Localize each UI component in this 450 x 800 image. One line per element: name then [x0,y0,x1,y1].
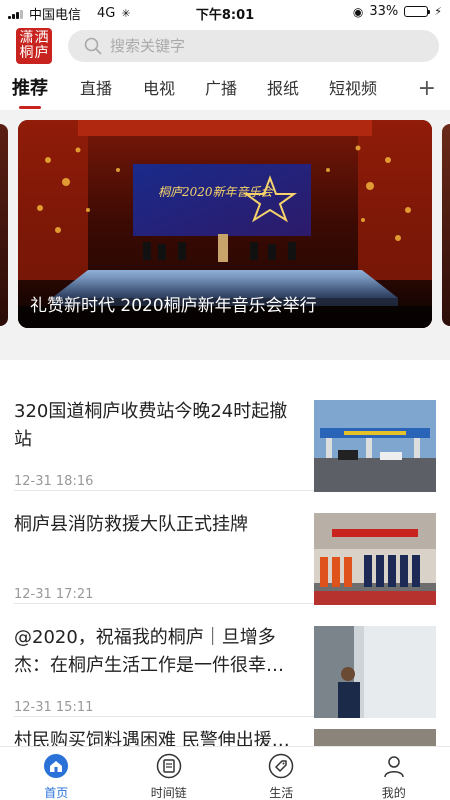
news-title: 桐庐县消防救援大队正式挂牌 [14,514,248,535]
timeline-icon [156,753,181,779]
nav-timeline[interactable]: 时间链 [113,747,226,800]
channel-tabs: 推荐 直播 电视 广播 报纸 短视频 [0,74,450,109]
status-bar: 中国电信 4G ✳ 下午8:01 ◉ 33% ⚡ [0,0,450,24]
home-icon [44,754,69,778]
app-header: 潇洒桐庐 [0,26,450,66]
news-list: 320国道桐庐收费站今晚24时起撤站 12-31 18:16 桐庐县消防救援大队… [0,378,450,777]
news-timestamp: 12-31 15:11 [14,700,94,715]
tab-recommend[interactable]: 推荐 [12,74,48,109]
nav-timeline-label: 时间链 [150,786,187,800]
logo-character: 潇 [19,30,34,46]
search-icon [84,37,102,55]
bottom-nav: 首页 时间链 生活 我的 [0,746,450,800]
search-bar[interactable] [68,30,439,62]
news-item[interactable]: 320国道桐庐收费站今晚24时起撤站 12-31 18:16 [14,378,436,492]
carousel-slide[interactable]: 桐庐2020新年音乐会 礼赞新时代 2020桐庐新年音乐会举行 [18,120,432,328]
tab-tv[interactable]: 电视 [143,74,175,106]
toll-station-image [314,400,436,492]
banner-text-line1: 桐庐2020新年音乐会 [158,185,275,199]
news-thumbnail [314,400,436,492]
carousel-prev-slide[interactable] [0,124,8,326]
battery-icon [404,6,431,17]
add-channel-button[interactable]: + [418,74,436,104]
news-title: @2020，祝福我的桐庐｜旦增多杰：在桐庐生活工作是一件很幸… [14,627,284,676]
carousel-caption: 礼赞新时代 2020桐庐新年音乐会举行 [18,278,432,328]
news-timestamp: 12-31 18:16 [14,474,94,489]
news-thumbnail [314,626,436,718]
charging-icon: ⚡ [434,5,442,18]
tab-short-video[interactable]: 短视频 [329,74,377,106]
news-timestamp: 12-31 17:21 [14,587,94,602]
app-logo[interactable]: 潇洒桐庐 [16,28,52,64]
news-title: 320国道桐庐收费站今晚24时起撤站 [14,401,288,450]
news-item[interactable]: 桐庐县消防救援大队正式挂牌 12-31 17:21 [14,491,436,605]
user-icon [384,756,404,778]
nav-profile-label: 我的 [381,786,406,800]
worker-portrait-image [314,626,436,718]
nav-life[interactable]: 生活 [225,747,338,800]
battery-percent: 33% [369,4,399,19]
news-item[interactable]: @2020，祝福我的桐庐｜旦增多杰：在桐庐生活工作是一件很幸… 12-31 15… [14,604,436,718]
orientation-lock-icon: ◉ [352,4,364,19]
nav-home[interactable]: 首页 [0,747,113,800]
tag-icon [269,753,294,779]
tab-newspaper[interactable]: 报纸 [267,74,299,106]
tab-live[interactable]: 直播 [80,74,112,106]
search-input[interactable] [110,37,390,55]
logo-character: 洒 [34,30,49,46]
logo-character: 桐 [19,45,34,61]
tab-radio[interactable]: 广播 [205,74,237,106]
news-thumbnail [314,513,436,605]
nav-home-label: 首页 [44,786,69,800]
headline-carousel[interactable]: 桐庐2020新年音乐会 礼赞新时代 2020桐庐新年音乐会举行 [0,120,450,330]
fire-brigade-image [314,513,436,605]
carousel-next-slide[interactable] [442,124,450,326]
logo-character: 庐 [34,45,49,61]
nav-life-label: 生活 [269,786,294,800]
nav-profile[interactable]: 我的 [338,747,450,800]
